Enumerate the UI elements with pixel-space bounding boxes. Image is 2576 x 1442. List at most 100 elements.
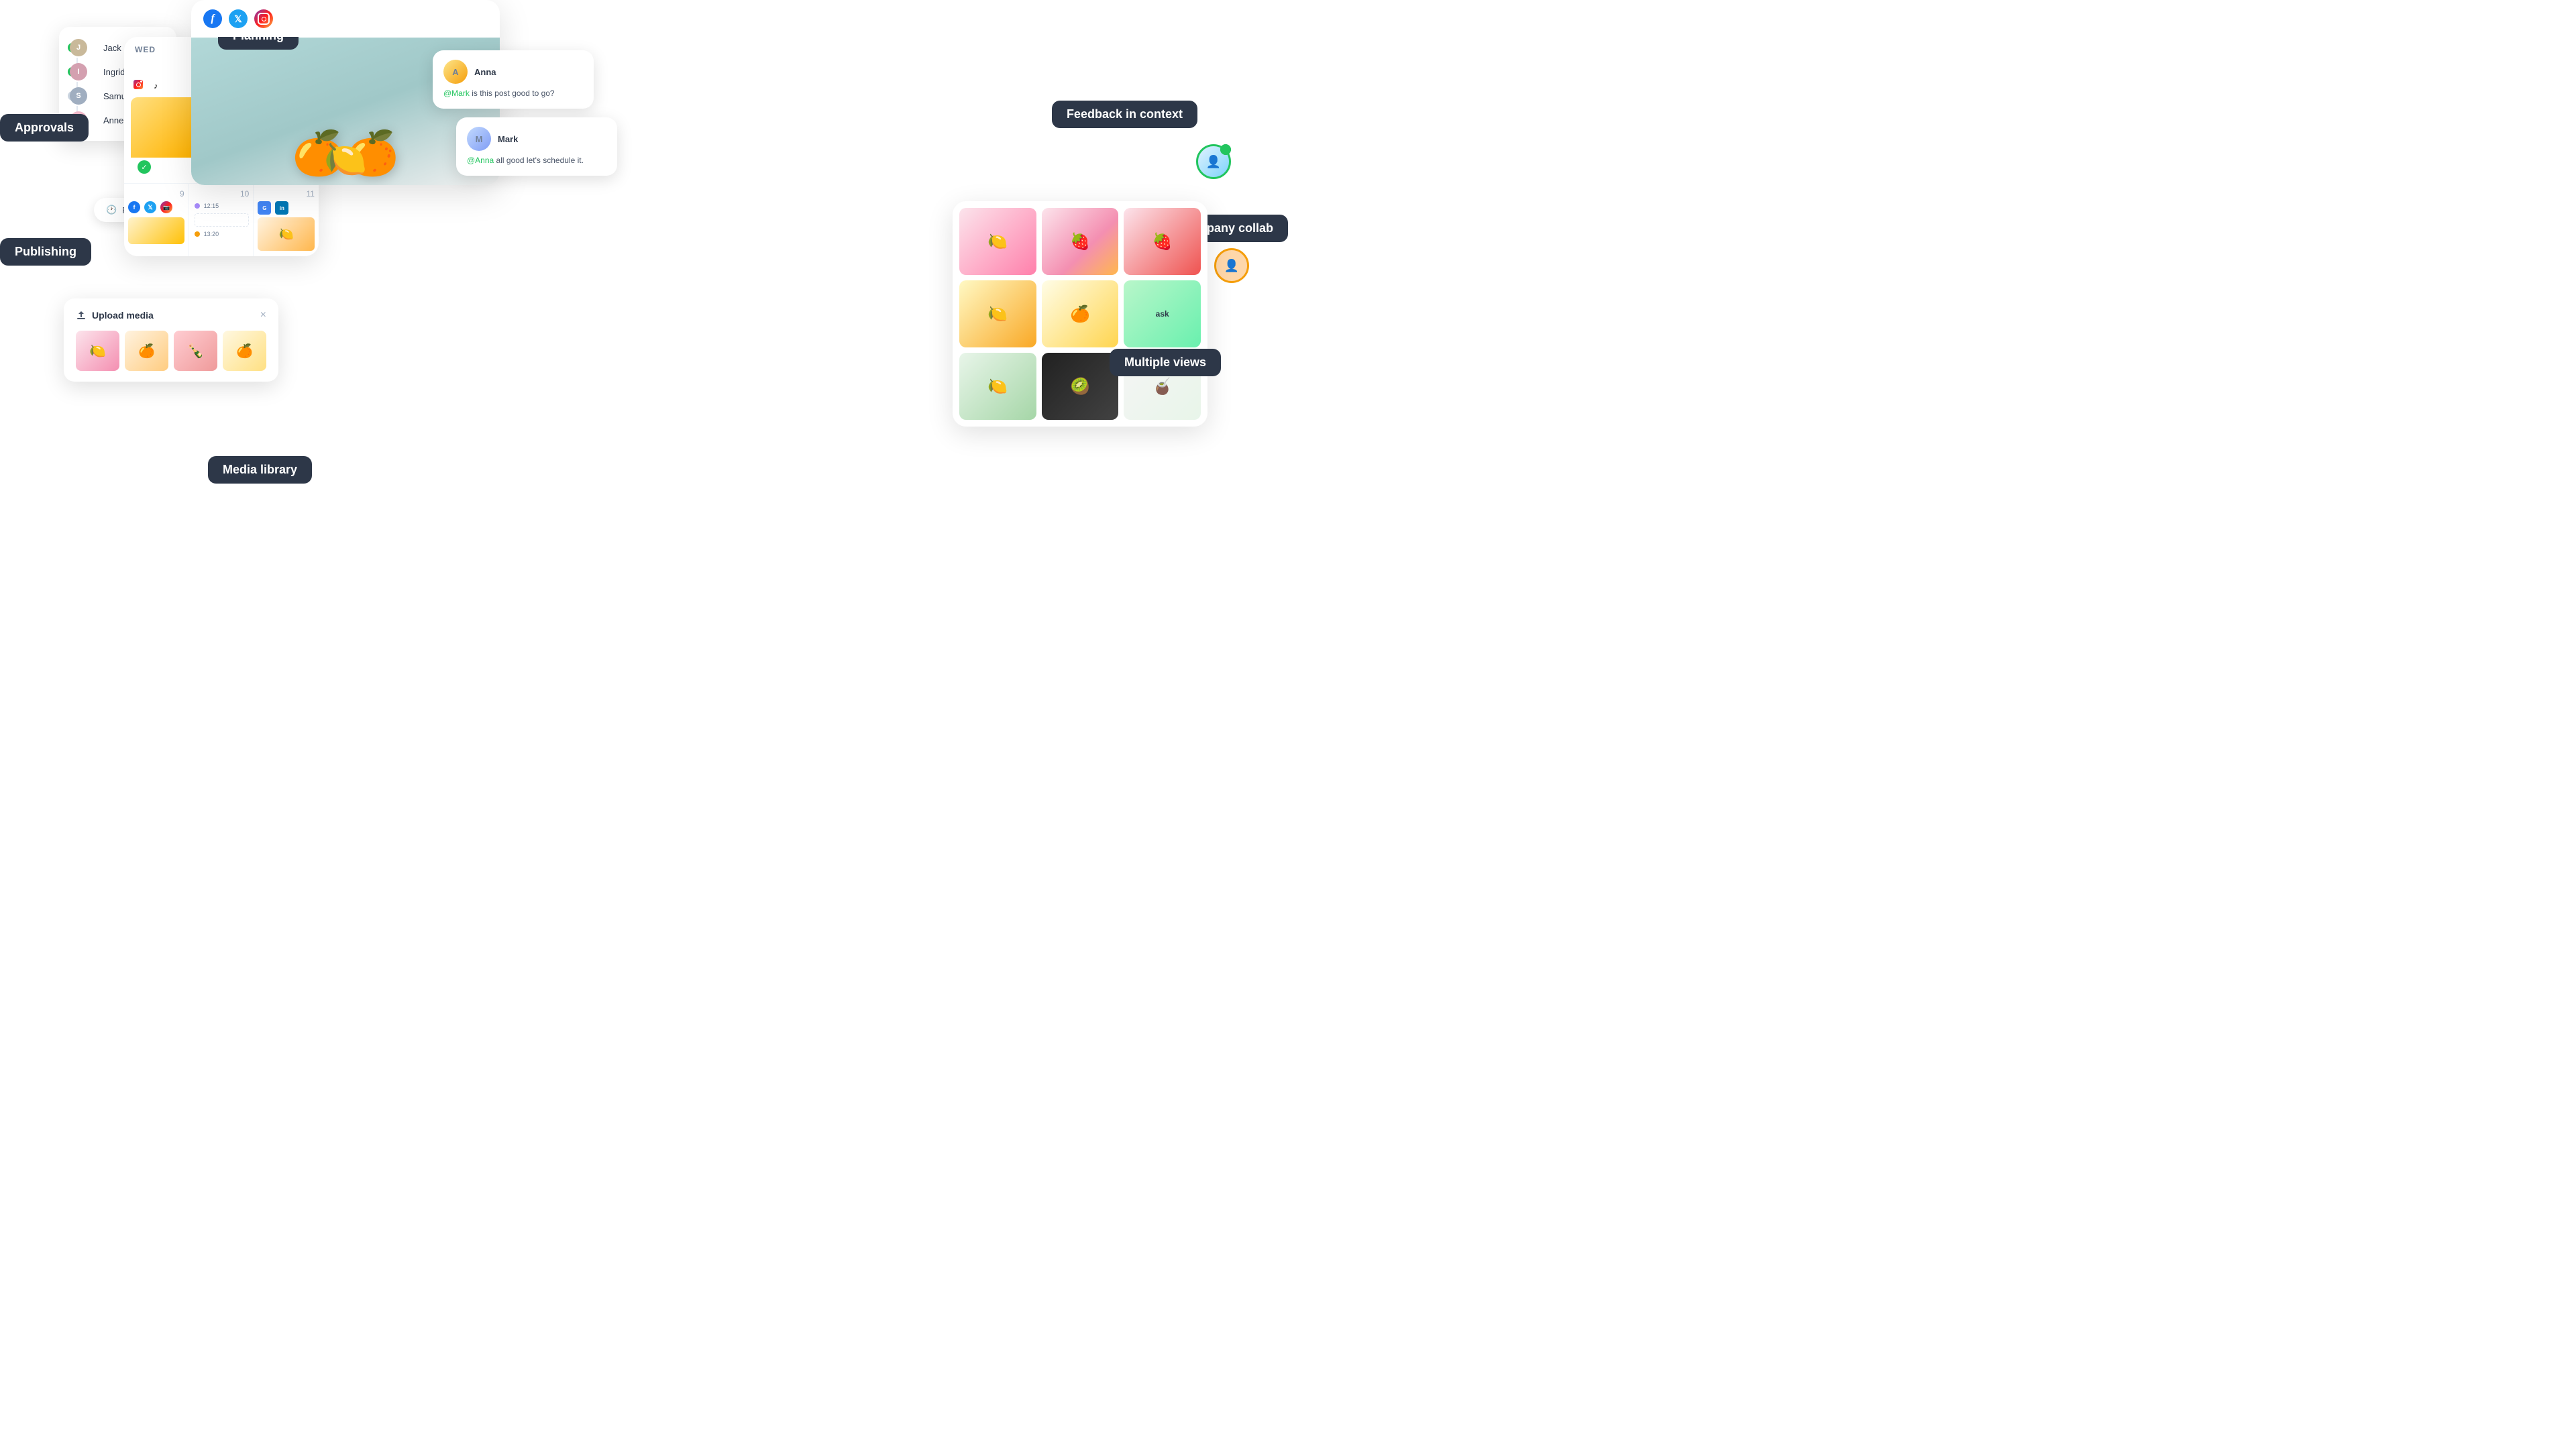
- media-library-label: Media library: [208, 456, 312, 484]
- clock-icon: 🕐: [106, 205, 117, 215]
- avatar-samuel: S: [70, 87, 87, 105]
- collab-avatar-1: 👤: [1196, 144, 1231, 179]
- scene: ✓ J Jack ✓ I Ingrid S Samuel A Anne: [0, 0, 1288, 721]
- cal-num-9: 9: [128, 189, 184, 199]
- mv-content-4: 🍋: [959, 280, 1036, 347]
- instagram-icon-cal: [132, 78, 144, 91]
- time-text-1320: 13:20: [204, 231, 219, 237]
- anna-name: Anna: [474, 67, 496, 77]
- cal-social-icons-9: f 𝕏 📷: [128, 201, 184, 213]
- mv-grid-card: 🍋 🍓 🍓 🍋 🍊 ask 🍋 🥝: [953, 201, 1208, 427]
- thumb-fruit-2: 🍊: [125, 331, 168, 371]
- comment-mark: M Mark @Anna all good let's schedule it.: [456, 117, 617, 176]
- mv-cell-3: 🍓: [1124, 208, 1201, 275]
- tw-icon-9: 𝕏: [144, 201, 156, 213]
- mv-content-8: 🥝: [1042, 353, 1119, 420]
- instagram-icon: [254, 9, 273, 28]
- upload-panel[interactable]: Upload media × 🍋 🍊 🍾 🍊: [64, 298, 278, 382]
- cal-cell-11: 11 G in 🍋: [254, 184, 319, 256]
- comment-mark-header: M Mark: [467, 127, 606, 151]
- lk-icons-cell: G in: [258, 201, 315, 215]
- social-icons-bar: f 𝕏: [191, 0, 500, 38]
- mv-grid: 🍋 🍓 🍓 🍋 🍊 ask 🍋 🥝: [959, 208, 1201, 420]
- time-dot-purple: [195, 203, 200, 209]
- avatar-ingrid: I: [70, 63, 87, 80]
- time-dot-yellow: [195, 231, 200, 237]
- upload-close-button[interactable]: ×: [260, 309, 266, 321]
- cal-img-11: 🍋: [258, 217, 315, 251]
- ig-shape: [258, 13, 270, 25]
- upload-thumb-3[interactable]: 🍾: [174, 331, 217, 371]
- cal-cell-9: 9 f 𝕏 📷: [124, 184, 189, 256]
- mv-cell-2: 🍓: [1042, 208, 1119, 275]
- dashed-line: [195, 213, 250, 227]
- mark-mention: @Mark: [443, 89, 470, 98]
- mark-avatar: M: [467, 127, 491, 151]
- thumb-fruit-1: 🍋: [76, 331, 119, 371]
- person-name-anne: Anne: [103, 115, 123, 125]
- approvals-label: Approvals: [0, 114, 89, 142]
- comment-anna-header: A Anna: [443, 60, 583, 84]
- mv-content-6: ask: [1124, 280, 1201, 347]
- mv-cell-1: 🍋: [959, 208, 1036, 275]
- mv-cell-4: 🍋: [959, 280, 1036, 347]
- tiktok-icon-cal: ♪: [148, 78, 163, 93]
- collab-avatar-2: 👤: [1214, 248, 1249, 283]
- mark-name: Mark: [498, 134, 518, 144]
- anna-mention: @Anna: [467, 156, 494, 165]
- google-icon-11: G: [258, 201, 271, 215]
- mv-content-7: 🍋: [959, 353, 1036, 420]
- mv-cell-7: 🍋: [959, 353, 1036, 420]
- mv-content-5: 🍊: [1042, 280, 1119, 347]
- person-name-ingrid: Ingrid: [103, 67, 125, 77]
- cal-num-11: 11: [258, 189, 315, 199]
- anna-avatar: A: [443, 60, 468, 84]
- fruit-11: 🍋: [258, 217, 315, 251]
- upload-grid: 🍋 🍊 🍾 🍊: [76, 331, 266, 371]
- time-slot-1: 12:15: [195, 201, 250, 211]
- publishing-label: Publishing: [0, 238, 91, 266]
- ig-circle: [262, 17, 266, 21]
- time-slot-2: 13:20: [195, 229, 250, 239]
- feedback-label: Feedback in context: [1052, 101, 1197, 128]
- ig-dot: [270, 10, 272, 12]
- twitter-icon: 𝕏: [229, 9, 248, 28]
- orange-half-img: 🍋: [324, 139, 368, 180]
- comment-anna: A Anna @Mark is this post good to go?: [433, 50, 594, 109]
- upload-title-container: Upload media: [76, 310, 154, 321]
- avatar-jack: J: [70, 39, 87, 56]
- mv-cell-5: 🍊: [1042, 280, 1119, 347]
- upload-thumb-1[interactable]: 🍋: [76, 331, 119, 371]
- fb-f-letter: f: [211, 13, 214, 25]
- multiple-views-label: Multiple views: [1110, 349, 1221, 376]
- facebook-icon: f: [203, 9, 222, 28]
- mv-cell-6: ask: [1124, 280, 1201, 347]
- mv-content-2: 🍓: [1042, 208, 1119, 275]
- thumb-fruit-4: 🍊: [223, 331, 266, 371]
- fb-icon-9: f: [128, 201, 140, 213]
- collab-avatar-container: 👤: [1196, 144, 1231, 179]
- ig-icon-9: 📷: [160, 201, 172, 213]
- thumb-bottle: 🍾: [174, 331, 217, 371]
- collab-avatar2-container: 👤: [1214, 248, 1249, 283]
- linkedin-icon-11: in: [275, 201, 288, 215]
- upload-header: Upload media ×: [76, 309, 266, 321]
- anna-comment-text: @Mark is this post good to go?: [443, 88, 583, 99]
- cal-cell-10: 10 12:15 13:20: [189, 184, 254, 256]
- cal-img-9: [128, 217, 184, 244]
- mv-content-3: 🍓: [1124, 208, 1201, 275]
- online-indicator-1: [1220, 144, 1231, 155]
- upload-title-text: Upload media: [92, 310, 154, 321]
- cal-num-10: 10: [195, 189, 250, 199]
- mv-cell-8: 🥝: [1042, 353, 1119, 420]
- tw-letter: 𝕏: [234, 13, 241, 25]
- mv-content-1: 🍋: [959, 208, 1036, 275]
- planning-label: Planning: [218, 37, 299, 50]
- upload-thumb-2[interactable]: 🍊: [125, 331, 168, 371]
- mark-comment-text: @Anna all good let's schedule it.: [467, 155, 606, 166]
- calendar-row-2: 9 f 𝕏 📷 10 12:15 13:20: [124, 183, 319, 256]
- upload-thumb-4[interactable]: 🍊: [223, 331, 266, 371]
- time-text-1215: 12:15: [204, 203, 219, 209]
- upload-icon: [76, 310, 87, 321]
- cal-check-icon: ✓: [138, 160, 151, 174]
